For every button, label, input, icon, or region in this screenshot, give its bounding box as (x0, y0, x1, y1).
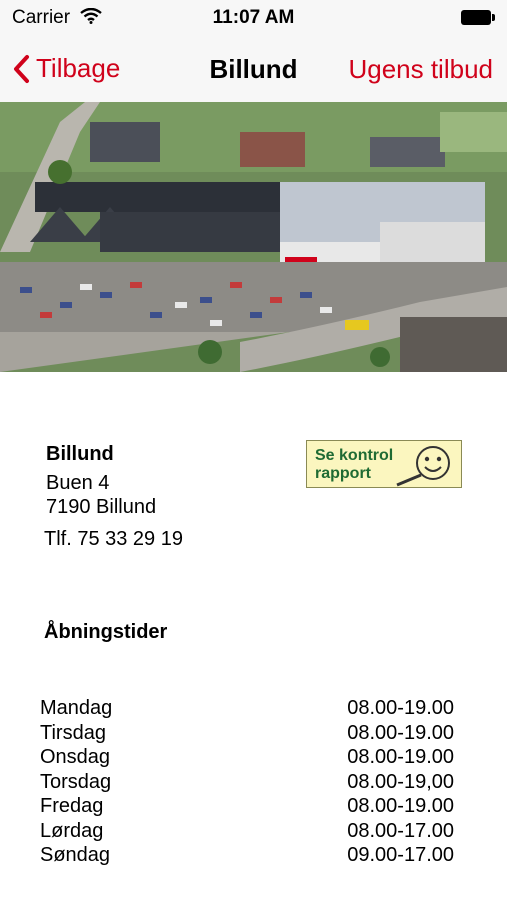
opening-hours-row: Torsdag 08.00-19,00 (40, 770, 454, 795)
opening-hours-row: Mandag 08.00-19.00 (40, 696, 454, 721)
clock: 11:07 AM (212, 7, 295, 28)
opening-hours-title: Åbningstider (44, 621, 168, 643)
weekday-label: Tirsdag (40, 721, 106, 744)
opening-hours-row: Tirsdag 08.00-19.00 (40, 721, 454, 746)
control-report-line1: Se kontrol (315, 447, 394, 464)
hours-value: 08.00-19.00 (347, 721, 454, 744)
opening-hours-row: Fredag 08.00-19.00 (40, 794, 454, 819)
hours-value: 08.00-19,00 (347, 770, 454, 793)
hours-value: 08.00-19.00 (347, 746, 454, 768)
opening-hours-row: Lørdag 08.00-17.00 (40, 819, 454, 844)
store-street: Buen 4 (46, 472, 110, 494)
store-phone[interactable]: Tlf. 75 33 29 19 (44, 528, 183, 551)
weekday-label: Fredag (40, 795, 104, 817)
weekday-label: Torsdag (40, 770, 112, 793)
weekday-label: Lørdag (40, 819, 104, 842)
smiley-magnifier-icon (396, 446, 450, 487)
opening-hours-list: Mandag 08.00-19.00 Tirsdag 08.00-19.00 Onsda… (40, 696, 454, 868)
weekday-label: Mandag (40, 697, 113, 719)
opening-hours-row: Onsdag 08.00-19.00 (40, 745, 454, 770)
hours-value: 09.00-17.00 (347, 844, 454, 866)
store-name: Billund (46, 443, 114, 465)
weekday-label: Søndag (40, 844, 111, 866)
hours-value: 08.00-19.00 (347, 697, 454, 719)
store-aerial-photo (0, 102, 507, 372)
hours-value: 08.00-19.00 (347, 795, 454, 817)
control-report-badge[interactable]: Se kontrol rapport (306, 440, 462, 488)
status-bar: Carrier 11:07 AM (0, 0, 507, 36)
navigation-bar: Tilbage Billund Ugens tilbud (0, 36, 507, 102)
opening-hours-row: Søndag 09.00-17.00 (40, 843, 454, 868)
weekly-offers-button[interactable]: Ugens tilbud (348, 54, 493, 85)
hours-value: 08.00-17.00 (347, 819, 454, 842)
store-city: 7190 Billund (46, 496, 157, 518)
battery-icon (461, 10, 495, 25)
control-report-line2: rapport (315, 465, 371, 482)
weekday-label: Onsdag (40, 746, 111, 768)
